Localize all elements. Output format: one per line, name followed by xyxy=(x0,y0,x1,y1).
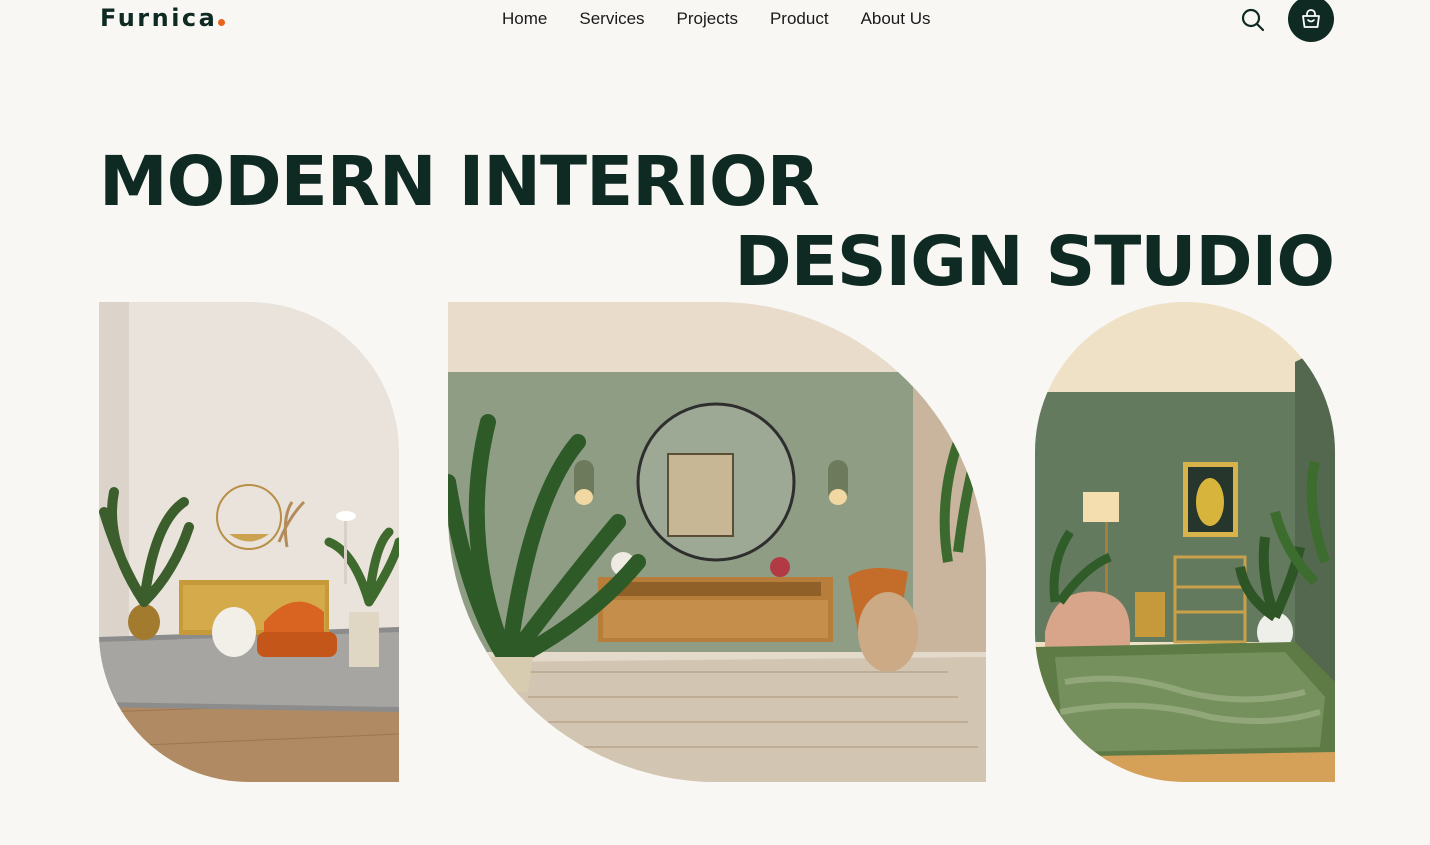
search-icon xyxy=(1241,8,1265,32)
main-nav: Home Services Projects Product About Us xyxy=(502,9,931,29)
hero-title-line-1: MODERN INTERIOR xyxy=(99,142,820,222)
interior-photo-green-room-rug xyxy=(1035,302,1335,782)
nav-services[interactable]: Services xyxy=(579,9,644,29)
logo[interactable]: Furnica xyxy=(100,4,226,32)
shopping-bag-icon xyxy=(1302,9,1320,28)
logo-dot xyxy=(218,19,226,26)
interior-photo-white-living-room xyxy=(99,302,399,782)
search-button[interactable] xyxy=(1240,7,1266,33)
nav-projects[interactable]: Projects xyxy=(677,9,738,29)
nav-product[interactable]: Product xyxy=(770,9,829,29)
interior-photo-sage-green-room xyxy=(448,302,986,782)
nav-about-us[interactable]: About Us xyxy=(861,9,931,29)
nav-home[interactable]: Home xyxy=(502,9,547,29)
logo-text: Furnica xyxy=(100,4,218,32)
cart-button[interactable] xyxy=(1288,0,1334,42)
hero-title-line-2: DESIGN STUDIO xyxy=(734,222,1335,302)
